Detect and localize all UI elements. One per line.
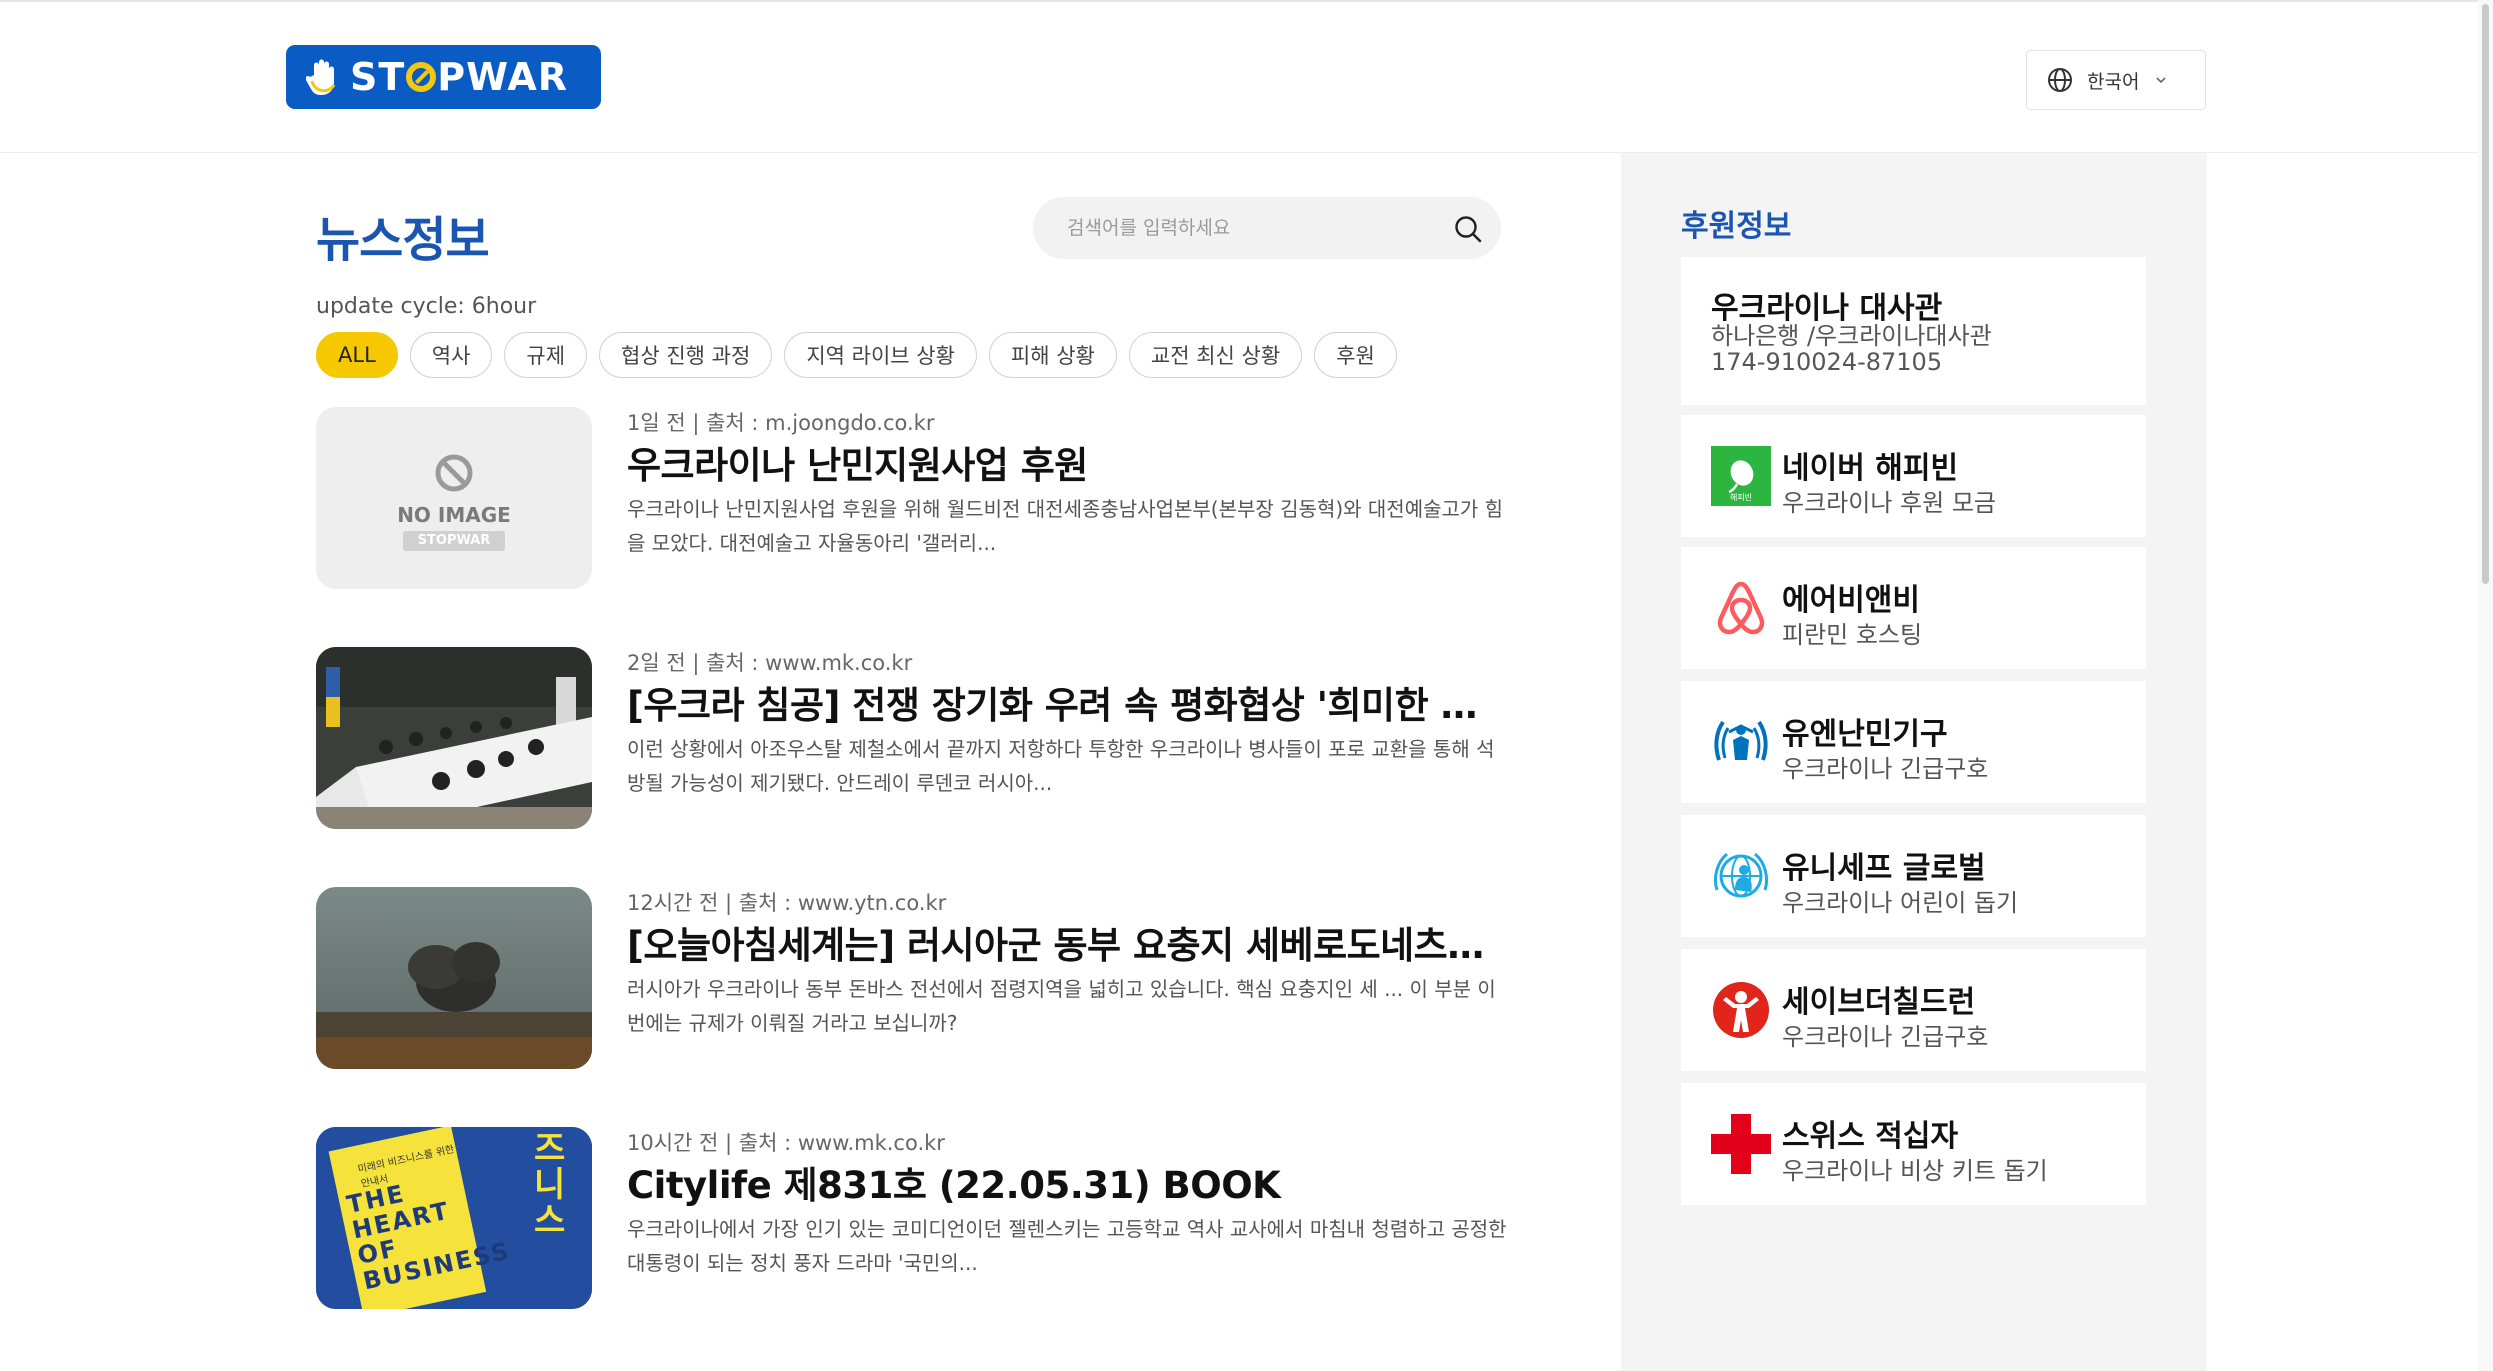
book-cover-side: 즈니스	[534, 1129, 566, 1241]
donor-name: 유엔난민기구	[1782, 717, 1948, 752]
search-icon[interactable]	[1453, 214, 1483, 244]
news-meta: 2일 전 | 출처 : www.mk.co.kr	[627, 651, 913, 675]
language-selector[interactable]: 한국어	[2026, 50, 2206, 110]
donor-name: 유니세프 글로벌	[1782, 851, 1986, 886]
news-item[interactable]: 12시간 전 | 출처 : www.ytn.co.kr [오늘아침세계는] 러시…	[316, 887, 1507, 1069]
donor-card-unicef[interactable]: 유니세프 글로벌 우크라이나 어린이 돕기	[1681, 815, 2146, 937]
donor-sub: 우크라이나 후원 모금	[1782, 489, 1996, 517]
search-box	[1033, 197, 1501, 259]
globe-icon	[2048, 68, 2072, 92]
news-item[interactable]: 2일 전 | 출처 : www.mk.co.kr [우크라 침공] 전쟁 장기화…	[316, 647, 1507, 829]
hand-icon	[306, 59, 336, 95]
donor-sub: 우크라이나 비상 키트 돕기	[1782, 1157, 2048, 1185]
chevron-down-icon	[2156, 77, 2167, 84]
donor-sub: 우크라이나 긴급구호	[1782, 1023, 1989, 1051]
page-scrollbar[interactable]	[2478, 0, 2493, 1371]
tag-damage[interactable]: 피해 상황	[988, 332, 1117, 378]
sidebar-title: 후원정보	[1681, 209, 1792, 244]
donor-name: 세이브더칠드런	[1782, 985, 1976, 1020]
news-meta: 1일 전 | 출처 : m.joongdo.co.kr	[627, 411, 935, 435]
tag-regulation[interactable]: 규제	[504, 332, 588, 378]
stopwar-logo[interactable]: ST PWAR	[286, 45, 601, 109]
happybean-icon-label: 해피빈	[1729, 493, 1753, 502]
update-cycle: update cycle: 6hour	[316, 294, 537, 319]
smoke-photo	[316, 887, 592, 1069]
unicef-icon	[1713, 852, 1769, 898]
donor-card-airbnb[interactable]: 에어비앤비 피란민 호스팅	[1681, 547, 2146, 669]
news-thumbnail-placeholder: NO IMAGE STOPWAR	[316, 407, 592, 589]
donor-name: 우크라이나 대사관	[1711, 291, 1943, 326]
tag-support[interactable]: 후원	[1314, 332, 1397, 378]
donor-card-embassy[interactable]: 우크라이나 대사관 하나은행 /우크라이나대사관 174-910024-8710…	[1681, 257, 2146, 405]
page-title: 뉴스정보	[316, 212, 490, 268]
news-item[interactable]: 미래의 비즈니스를 위한 안내서 THE HEART OF BUSINESS 즈…	[316, 1127, 1507, 1309]
tag-combat-latest[interactable]: 교전 최신 상황	[1128, 332, 1303, 378]
tag-regional-live[interactable]: 지역 라이브 상황	[784, 332, 977, 378]
unhcr-icon	[1714, 720, 1768, 761]
news-item[interactable]: NO IMAGE STOPWAR 1일 전 | 출처 : m.joongdo.c…	[316, 407, 1503, 589]
donor-name: 에어비앤비	[1782, 583, 1920, 618]
stop-sign-icon	[406, 62, 437, 92]
airbnb-icon	[1717, 581, 1765, 635]
logo-text-post: PWAR	[437, 55, 569, 99]
news-meta: 12시간 전 | 출처 : www.ytn.co.kr	[627, 891, 947, 915]
news-headline[interactable]: [우크라 침공] 전쟁 장기화 우려 속 평화협상 '희미한 희망'	[627, 675, 1507, 729]
donor-name: 스위스 적십자	[1782, 1119, 1959, 1154]
donor-sub: 하나은행 /우크라이나대사관 174-910024-87105	[1711, 323, 1992, 375]
no-image-label: NO IMAGE	[397, 503, 511, 527]
tag-negotiation[interactable]: 협상 진행 과정	[599, 332, 773, 378]
news-thumbnail: 미래의 비즈니스를 위한 안내서 THE HEART OF BUSINESS 즈…	[316, 1127, 592, 1309]
donor-card-unhcr[interactable]: 유엔난민기구 우크라이나 긴급구호	[1681, 681, 2146, 803]
news-headline[interactable]: Citylife 제831호 (22.05.31) BOOK	[627, 1155, 1507, 1209]
news-thumbnail	[316, 887, 592, 1069]
tag-all[interactable]: ALL	[316, 332, 398, 378]
category-filter: ALL 역사 규제 협상 진행 과정 지역 라이브 상황 피해 상황 교전 최신…	[316, 332, 1397, 380]
donor-card-happybean[interactable]: 해피빈 네이버 해피빈 우크라이나 후원 모금	[1681, 415, 2146, 537]
donation-sidebar: 후원정보 우크라이나 대사관 하나은행 /우크라이나대사관 174-910024…	[1621, 153, 2207, 1371]
red-cross-icon	[1711, 1114, 1771, 1174]
no-image-icon	[403, 454, 505, 551]
news-meta: 10시간 전 | 출처 : www.mk.co.kr	[627, 1131, 945, 1155]
donor-bank: 하나은행 /우크라이나대사관	[1711, 322, 1992, 350]
scrollbar-thumb[interactable]	[2482, 4, 2489, 584]
top-header: ST PWAR 한국어	[0, 0, 2493, 153]
donor-sub: 우크라이나 어린이 돕기	[1782, 889, 2019, 917]
save-the-children-icon	[1713, 982, 1769, 1038]
news-snippet: 우크라이나 난민지원사업 후원을 위해 월드비전 대전세종충남사업본부(본부장 …	[627, 497, 1504, 555]
happybean-icon: 해피빈	[1711, 446, 1771, 506]
language-label: 한국어	[2087, 70, 2140, 93]
negotiation-photo	[316, 647, 592, 829]
news-thumbnail	[316, 647, 592, 829]
news-headline[interactable]: [오늘아침세계는] 러시아군 동부 요충지 세베로도네츠크…	[627, 915, 1507, 969]
donor-card-save-the-children[interactable]: 세이브더칠드런 우크라이나 긴급구호	[1681, 949, 2146, 1071]
news-headline[interactable]: 우크라이나 난민지원사업 후원	[627, 435, 1507, 489]
donor-account: 174-910024-87105	[1711, 348, 1943, 376]
search-input[interactable]	[1067, 211, 1427, 245]
donor-card-swiss-red-cross[interactable]: 스위스 적십자 우크라이나 비상 키트 돕기	[1681, 1083, 2146, 1205]
news-snippet: 우크라이나에서 가장 인기 있는 코미디언이던 젤렌스키는 고등학교 역사 교사…	[627, 1217, 1507, 1275]
tag-history[interactable]: 역사	[409, 332, 493, 378]
news-snippet: 이런 상황에서 아조우스탈 제철소에서 끝까지 저항하다 투항한 우크라이나 병…	[627, 737, 1495, 795]
donor-sub: 피란민 호스팅	[1782, 621, 1923, 649]
no-image-logo: STOPWAR	[417, 533, 491, 548]
news-snippet: 러시아가 우크라이나 동부 돈바스 전선에서 점령지역을 넓히고 있습니다. 핵…	[627, 977, 1496, 1035]
logo-text-pre: ST	[350, 55, 406, 99]
donor-sub: 우크라이나 긴급구호	[1782, 755, 1989, 783]
donor-name: 네이버 해피빈	[1782, 451, 1959, 486]
